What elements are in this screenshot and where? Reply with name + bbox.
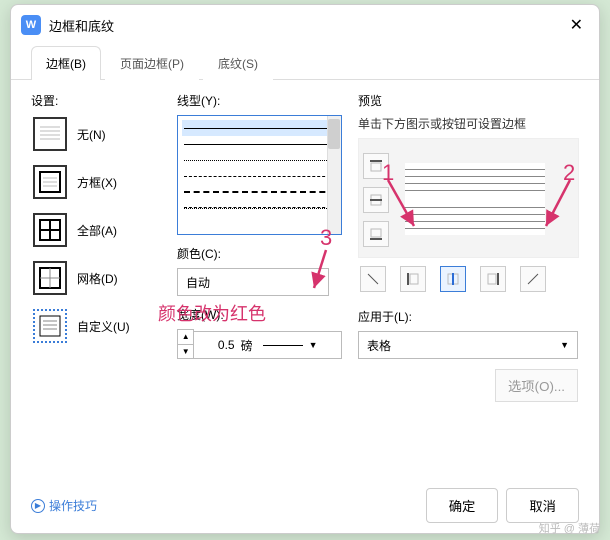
window-title: 边框和底纹 [49,16,564,35]
tab-bar: 边框(B) 页面边框(P) 底纹(S) [11,45,599,80]
width-dropdown[interactable]: 0.5 磅 ▼ [194,331,342,359]
app-icon: W [21,15,41,35]
chevron-down-icon: ▼ [309,340,318,350]
dialog: W 边框和底纹 ✕ 边框(B) 页面边框(P) 底纹(S) 设置: 无(N) 方… [10,4,600,534]
edge-diag-down-button[interactable] [360,266,386,292]
preview-label: 预览 [358,92,579,109]
preview-sample [405,163,545,235]
preview-column: 预览 单击下方图示或按钮可设置边框 [358,92,579,402]
apply-value: 表格 [367,337,391,354]
edge-top-button[interactable] [363,153,389,179]
linetype-scrollbar[interactable] [327,116,341,234]
tab-page-border[interactable]: 页面边框(P) [105,46,199,80]
tips-link[interactable]: ▶ 操作技巧 [31,497,97,514]
settings-label: 设置: [31,92,161,109]
custom-icon [33,309,67,343]
chevron-down-icon: ▼ [311,277,320,287]
style-column: 线型(Y): 颜色(C): 自动 ▼ 宽度(W): ▲▼ 0.5 磅 [177,92,342,402]
width-value: 0.5 [218,338,235,352]
preview-hint: 单击下方图示或按钮可设置边框 [358,115,579,132]
play-icon: ▶ [31,499,45,513]
width-label: 宽度(W): [177,306,342,323]
width-unit: 磅 [241,337,253,354]
color-label: 颜色(C): [177,245,342,262]
grid-icon [33,261,67,295]
edge-vmid-button[interactable] [440,266,466,292]
ok-button[interactable]: 确定 [426,488,499,523]
titlebar: W 边框和底纹 ✕ [11,5,599,45]
setting-label: 网格(D) [77,270,118,287]
tab-shading[interactable]: 底纹(S) [203,46,273,80]
chevron-down-icon: ▼ [560,340,569,350]
close-button[interactable]: ✕ [564,13,589,37]
setting-label: 方框(X) [77,174,117,191]
setting-label: 无(N) [77,126,106,143]
edge-left-button[interactable] [400,266,426,292]
watermark: 知乎 @ 薄荷 [539,520,600,536]
none-icon [33,117,67,151]
color-value: 自动 [186,274,210,291]
setting-label: 全部(A) [77,222,117,239]
width-spinner[interactable]: ▲▼ [177,329,194,359]
cancel-button[interactable]: 取消 [506,488,579,523]
preview-area[interactable] [358,138,579,258]
setting-custom[interactable]: 自定义(U) [31,307,161,345]
tab-borders[interactable]: 边框(B) [31,46,101,80]
linetype-label: 线型(Y): [177,92,342,109]
all-icon [33,213,67,247]
footer: ▶ 操作技巧 确定 取消 [31,488,579,523]
apply-dropdown[interactable]: 表格 ▼ [358,331,578,359]
edge-diag-up-button[interactable] [520,266,546,292]
setting-none[interactable]: 无(N) [31,115,161,153]
linetype-list[interactable] [177,115,342,235]
setting-grid[interactable]: 网格(D) [31,259,161,297]
edge-right-button[interactable] [480,266,506,292]
settings-column: 设置: 无(N) 方框(X) 全部(A) 网格(D) [31,92,161,402]
options-button[interactable]: 选项(O)... [495,369,578,402]
color-dropdown[interactable]: 自动 ▼ [177,268,329,296]
setting-all[interactable]: 全部(A) [31,211,161,249]
content: 设置: 无(N) 方框(X) 全部(A) 网格(D) [11,80,599,402]
apply-label: 应用于(L): [358,308,579,325]
tips-label: 操作技巧 [49,497,97,514]
edge-bottom-button[interactable] [363,221,389,247]
setting-box[interactable]: 方框(X) [31,163,161,201]
box-icon [33,165,67,199]
edge-hmid-button[interactable] [363,187,389,213]
setting-label: 自定义(U) [77,318,130,335]
